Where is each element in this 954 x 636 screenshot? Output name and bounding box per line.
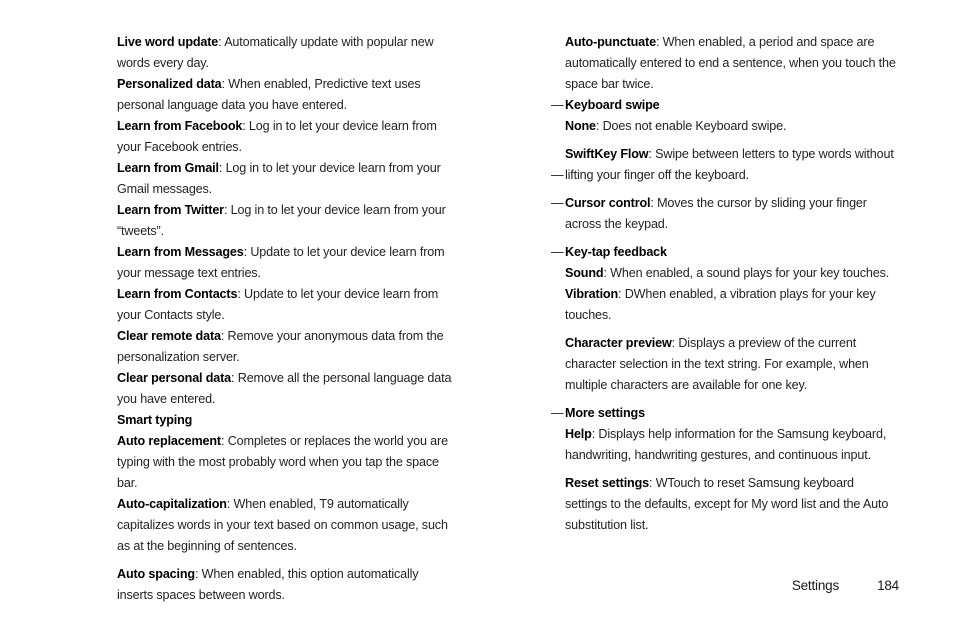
setting-term: Smart typing <box>117 413 193 427</box>
setting-entry-auto-capitalization: Auto-capitalization: When enabled, T9 au… <box>117 494 457 557</box>
setting-entry-auto-punctuate: Auto-punctuate: When enabled, a period a… <box>551 32 899 95</box>
setting-description: Does not enable Keyboard swipe. <box>602 119 787 133</box>
setting-entry-none: None: Does not enable Keyboard swipe. <box>551 116 899 137</box>
setting-term: Personalized data <box>117 77 222 91</box>
setting-entry-learn-from-contacts: Learn from Contacts: Update to let your … <box>117 284 457 326</box>
setting-description: When enabled, a sound plays for your key… <box>610 266 890 280</box>
setting-entry-live-word-update: Live word update: Automatically update w… <box>117 32 457 74</box>
setting-term: Cursor control <box>565 196 651 210</box>
setting-entry-swiftkey-flow-continuation: — lifting your finger off the keyboard. <box>551 165 899 186</box>
setting-entry-auto-replacement: Auto replacement: Completes or replaces … <box>117 431 457 494</box>
setting-entry-cursor-control: — Cursor control: Moves the cursor by sli… <box>551 193 899 235</box>
setting-heading-smart-typing: Smart typing <box>117 410 457 431</box>
setting-separator: : <box>655 35 663 49</box>
setting-term: Learn from Contacts <box>117 287 238 301</box>
setting-entry-character-preview: Character preview: Displays a preview of… <box>551 333 899 396</box>
setting-term: None <box>565 119 596 133</box>
setting-entry-reset-settings: Reset settings: WTouch to reset Samsung … <box>551 473 899 536</box>
setting-separator: : <box>242 119 249 133</box>
setting-term: Sound <box>565 266 604 280</box>
setting-heading-more-settings: — More settings <box>551 403 899 424</box>
setting-entry-learn-from-messages: Learn from Messages: Update to let your … <box>117 242 457 284</box>
setting-term: Live word update <box>117 35 219 49</box>
setting-separator: : <box>220 434 228 448</box>
setting-separator: : <box>220 329 228 343</box>
setting-description: Swipe between letters to type words with… <box>655 147 894 161</box>
setting-separator: : <box>618 287 625 301</box>
setting-term: Reset settings <box>565 476 649 490</box>
setting-heading-key-tap-feedback: — Key-tap feedback <box>551 242 899 263</box>
setting-term: Learn from Twitter <box>117 203 224 217</box>
page-footer: Settings 184 <box>551 578 899 593</box>
dash-bullet-icon: — <box>551 98 564 112</box>
setting-description: lifting your finger off the keyboard. <box>565 168 749 182</box>
setting-entry-swiftkey-flow: SwiftKey Flow: Swipe between letters to … <box>551 144 899 165</box>
setting-term: Keyboard swipe <box>565 98 660 112</box>
footer-section-label: Settings <box>791 578 839 593</box>
setting-term: Learn from Messages <box>117 245 244 259</box>
setting-separator: : <box>194 567 202 581</box>
setting-term: More settings <box>565 406 645 420</box>
setting-term: SwiftKey Flow <box>565 147 649 161</box>
setting-entry-learn-from-facebook: Learn from Facebook: Log in to let your … <box>117 116 457 158</box>
setting-term: Vibration <box>565 287 618 301</box>
dash-bullet-icon: — <box>551 245 564 259</box>
setting-term: Clear personal data <box>117 371 232 385</box>
setting-entry-clear-personal-data: Clear personal data: Remove all the pers… <box>117 368 457 410</box>
setting-separator: : <box>237 287 245 301</box>
dash-bullet-icon: — <box>551 196 564 210</box>
setting-entry-personalized-data: Personalized data: When enabled, Predict… <box>117 74 457 116</box>
setting-separator: : <box>226 497 234 511</box>
setting-description: Displays help information for the Samsun… <box>565 427 887 462</box>
setting-entry-vibration: Vibration: DWhen enabled, a vibration pl… <box>551 284 899 326</box>
setting-term: Character preview <box>565 336 672 350</box>
setting-term: Learn from Gmail <box>117 161 219 175</box>
setting-term: Key-tap feedback <box>565 245 667 259</box>
setting-entry-auto-spacing: Auto spacing: When enabled, this option … <box>117 564 457 606</box>
setting-term: Auto replacement <box>117 434 221 448</box>
setting-term: Auto spacing <box>117 567 195 581</box>
setting-term: Learn from Facebook <box>117 119 243 133</box>
setting-entry-learn-from-gmail: Learn from Gmail: Log in to let your dev… <box>117 158 457 200</box>
setting-separator: : <box>223 203 231 217</box>
setting-term: Auto-capitalization <box>117 497 227 511</box>
setting-term: Help <box>565 427 592 441</box>
setting-entry-learn-from-twitter: Learn from Twitter: Log in to let your d… <box>117 200 457 242</box>
dash-bullet-icon: — <box>551 168 564 182</box>
setting-separator: : <box>231 371 238 385</box>
setting-entry-clear-remote-data: Clear remote data: Remove your anonymous… <box>117 326 457 368</box>
manual-page: Live word update: Automatically update w… <box>0 0 954 636</box>
right-column: Auto-punctuate: When enabled, a period a… <box>551 32 899 536</box>
setting-heading-keyboard-swipe: — Keyboard swipe <box>551 95 899 116</box>
setting-separator: : <box>648 476 656 490</box>
setting-entry-help: Help: Displays help information for the … <box>551 424 899 466</box>
footer-page-number: 184 <box>877 578 899 593</box>
setting-entry-sound: Sound: When enabled, a sound plays for y… <box>551 263 899 284</box>
left-column: Live word update: Automatically update w… <box>117 32 457 606</box>
setting-term: Auto-punctuate <box>565 35 656 49</box>
setting-separator: : <box>595 119 603 133</box>
dash-bullet-icon: — <box>551 406 564 420</box>
setting-separator: : <box>218 161 226 175</box>
setting-term: Clear remote data <box>117 329 221 343</box>
